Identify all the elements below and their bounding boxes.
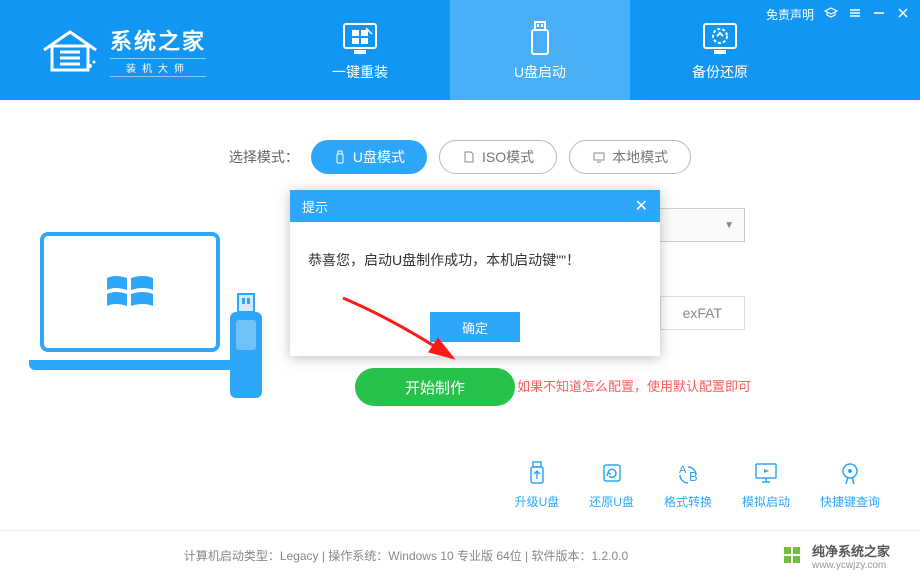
- restore-usb-icon: [598, 459, 626, 487]
- chevron-down-icon: ▼: [724, 220, 734, 231]
- ok-label: 确定: [462, 318, 488, 337]
- start-make-button[interactable]: 开始制作: [355, 368, 515, 406]
- hotkey-icon: [836, 459, 864, 487]
- filesystem-label: exFAT: [683, 305, 722, 321]
- logo-text-main: 系统之家: [110, 24, 206, 56]
- illustration: [40, 232, 260, 402]
- tool-upgrade-usb[interactable]: 升级U盘: [515, 459, 560, 510]
- footer: 计算机启动类型：Legacy | 操作系统：Windows 10 专业版 64位…: [0, 530, 920, 580]
- reinstall-icon: [340, 18, 380, 58]
- tool-label: 升级U盘: [515, 493, 560, 510]
- laptop-icon: [40, 232, 220, 352]
- mode-local[interactable]: 本地模式: [569, 140, 691, 174]
- tool-label: 还原U盘: [589, 493, 634, 510]
- tab-label: 一键重装: [332, 62, 388, 82]
- brand-icon: [782, 545, 804, 567]
- logo-icon: [40, 26, 100, 74]
- tool-hotkey-lookup[interactable]: 快捷键查询: [820, 459, 880, 510]
- pill-label: U盘模式: [353, 147, 405, 167]
- mode-iso[interactable]: ISO模式: [439, 140, 557, 174]
- footer-sysinfo: 计算机启动类型：Legacy | 操作系统：Windows 10 专业版 64位…: [30, 547, 782, 564]
- tool-label: 模拟启动: [742, 493, 790, 510]
- mode-row: 选择模式： U盘模式 ISO模式 本地模式: [0, 140, 920, 174]
- grad-cap-icon[interactable]: [824, 6, 838, 23]
- svg-text:A: A: [679, 464, 687, 476]
- brand-url: www.ycwjzy.com: [812, 560, 890, 571]
- format-convert-icon: AB: [674, 459, 702, 487]
- config-hint: 如果不知道怎么配置，使用默认配置即可: [517, 376, 751, 395]
- footer-brand: 纯净系统之家 www.ycwjzy.com: [782, 541, 890, 571]
- minimize-button[interactable]: [872, 6, 886, 23]
- svg-text:B: B: [689, 469, 698, 484]
- tab-label: U盘启动: [514, 62, 566, 82]
- bottom-toolbar: 升级U盘 还原U盘 AB 格式转换 模拟启动 快捷键查询: [515, 459, 880, 510]
- filesystem-option-exfat[interactable]: exFAT: [660, 296, 745, 330]
- tool-restore-usb[interactable]: 还原U盘: [589, 459, 634, 510]
- window-controls: 免责声明: [766, 6, 910, 23]
- tab-usb-boot[interactable]: U盘启动: [450, 0, 630, 100]
- dialog-ok-button[interactable]: 确定: [430, 312, 520, 342]
- dialog-message: 恭喜您，启动U盘制作成功，本机启动键""！: [290, 222, 660, 312]
- dialog-close-button[interactable]: ✕: [635, 196, 648, 216]
- iso-icon: [462, 150, 476, 164]
- dialog-titlebar: 提示 ✕: [290, 190, 660, 222]
- start-button-label: 开始制作: [405, 377, 465, 398]
- tool-simulate-boot[interactable]: 模拟启动: [742, 459, 790, 510]
- logo: 系统之家 装机大师: [0, 0, 270, 100]
- tool-format-convert[interactable]: AB 格式转换: [664, 459, 712, 510]
- menu-icon[interactable]: [848, 6, 862, 23]
- upgrade-usb-icon: [523, 459, 551, 487]
- logo-text-sub: 装机大师: [110, 58, 206, 77]
- pill-label: 本地模式: [612, 147, 668, 167]
- dialog-title: 提示: [302, 197, 328, 216]
- mode-label: 选择模式：: [229, 147, 299, 167]
- tab-label: 备份还原: [692, 62, 748, 82]
- usb-small-icon: [333, 150, 347, 164]
- usb-stick-icon: [222, 292, 270, 402]
- close-button[interactable]: [896, 6, 910, 23]
- simulate-icon: [752, 459, 780, 487]
- mode-usb[interactable]: U盘模式: [311, 140, 427, 174]
- tool-label: 快捷键查询: [820, 493, 880, 510]
- brand-name: 纯净系统之家: [812, 541, 890, 560]
- dialog: 提示 ✕ 恭喜您，启动U盘制作成功，本机启动键""！ 确定: [290, 190, 660, 356]
- usb-icon: [520, 18, 560, 58]
- tool-label: 格式转换: [664, 493, 712, 510]
- tab-reinstall[interactable]: 一键重装: [270, 0, 450, 100]
- local-icon: [592, 150, 606, 164]
- pill-label: ISO模式: [482, 147, 534, 167]
- disclaimer-link[interactable]: 免责声明: [766, 6, 814, 23]
- header: 系统之家 装机大师 一键重装 U盘启动 备份还原 免责声明: [0, 0, 920, 100]
- backup-icon: [700, 18, 740, 58]
- windows-flag-icon: [105, 270, 155, 314]
